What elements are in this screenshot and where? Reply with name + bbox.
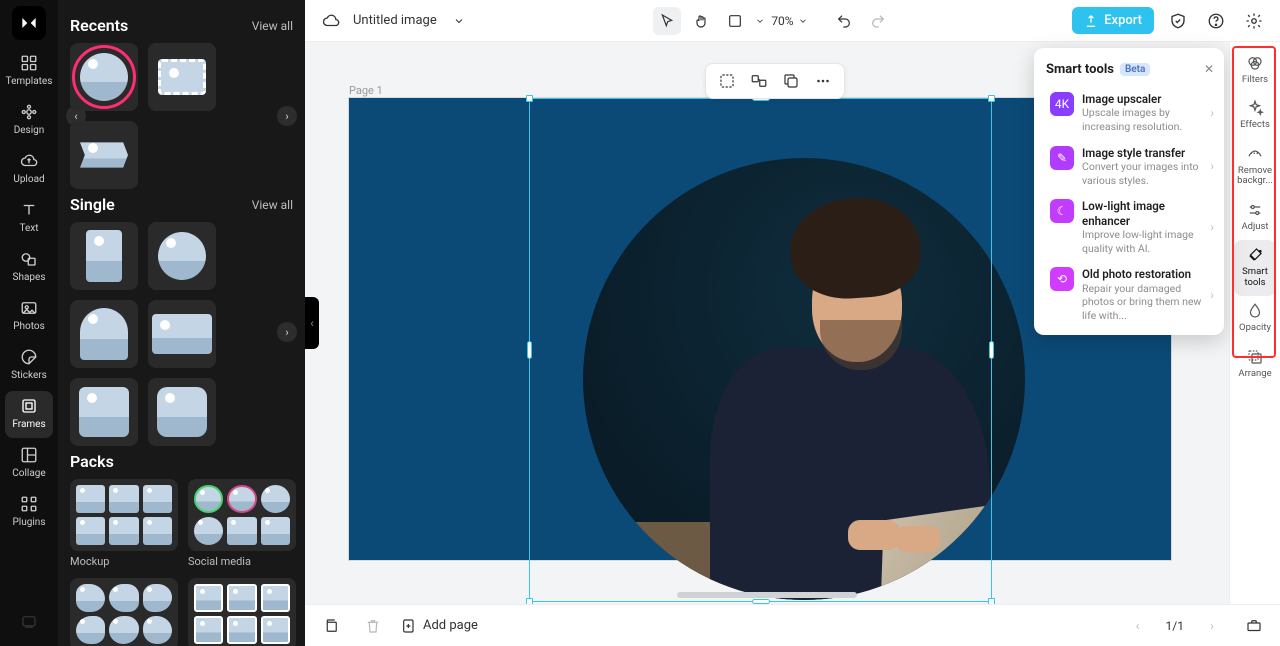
- resize-handle[interactable]: [527, 341, 532, 359]
- frame-thumb[interactable]: [70, 121, 138, 189]
- bottom-toolbar: Add page ‹ 1/1 ›: [305, 604, 1280, 646]
- chevron-right-icon: ›: [1210, 106, 1214, 120]
- frame-thumb[interactable]: [148, 222, 216, 290]
- prop-filters[interactable]: Filters: [1234, 48, 1276, 93]
- frame-thumb[interactable]: [70, 378, 138, 446]
- file-menu-chevron[interactable]: [445, 7, 473, 35]
- prop-remove-bg[interactable]: Remove backgr...: [1234, 139, 1276, 195]
- section-single-header: Single View all: [70, 195, 293, 214]
- property-rail: Filters Effects Remove backgr... Adjust …: [1229, 42, 1280, 604]
- help-icon[interactable]: [1202, 7, 1230, 35]
- frame-thumb[interactable]: [148, 43, 216, 111]
- page-indicator: 1/1: [1166, 619, 1184, 633]
- app-logo[interactable]: [12, 6, 46, 40]
- resize-menu[interactable]: [721, 7, 749, 35]
- context-toolbar: [705, 63, 845, 99]
- lowlight-icon: ☾: [1050, 199, 1074, 223]
- nav-design[interactable]: Design: [5, 97, 53, 144]
- layers-icon[interactable]: [317, 612, 345, 640]
- prop-opacity[interactable]: Opacity: [1234, 296, 1276, 341]
- chevron-right-icon: ›: [1210, 159, 1214, 173]
- presentation-icon[interactable]: [1240, 612, 1268, 640]
- section-title: Packs: [70, 452, 114, 471]
- pack-card[interactable]: Mockup: [70, 479, 178, 568]
- duplicate-icon[interactable]: [782, 72, 800, 90]
- feedback-icon[interactable]: [15, 608, 43, 636]
- top-toolbar: Untitled image 70% Export: [305, 0, 1280, 42]
- smart-tool-restoration[interactable]: ⟲ Old photo restorationRepair your damag…: [1046, 261, 1218, 328]
- assets-panel: Recents View all ‹ › Single View all › P…: [58, 0, 305, 646]
- nav-text[interactable]: Text: [5, 195, 53, 242]
- prop-smart-tools[interactable]: Smart tools: [1234, 240, 1276, 296]
- chevron-right-icon: ›: [1210, 220, 1214, 234]
- smart-tools-panel: Smart tools Beta ✕ 4K Image upscalerUpsc…: [1034, 48, 1224, 335]
- chevron-down-icon[interactable]: [755, 16, 765, 26]
- carousel-next[interactable]: ›: [277, 106, 297, 126]
- zoom-level[interactable]: 70%: [771, 14, 807, 28]
- section-title: Single: [70, 195, 115, 214]
- beta-badge: Beta: [1120, 63, 1150, 76]
- smart-tool-style-transfer[interactable]: ✎ Image style transferConvert your image…: [1046, 140, 1218, 194]
- undo-button[interactable]: [830, 7, 858, 35]
- frame-thumb[interactable]: [70, 43, 138, 111]
- upscaler-icon: 4K: [1050, 92, 1074, 116]
- view-all-link[interactable]: View all: [252, 198, 293, 212]
- prop-adjust[interactable]: Adjust: [1234, 195, 1276, 240]
- chevron-right-icon: ›: [1210, 288, 1214, 302]
- smart-tool-upscaler[interactable]: 4K Image upscalerUpscale images by incre…: [1046, 86, 1218, 140]
- nav-plugins[interactable]: Plugins: [5, 489, 53, 536]
- crop-icon[interactable]: [718, 72, 736, 90]
- cloud-sync-icon[interactable]: [317, 7, 345, 35]
- restoration-icon: ⟲: [1050, 267, 1074, 291]
- nav-frames[interactable]: Frames: [5, 391, 53, 438]
- export-button[interactable]: Export: [1072, 7, 1154, 34]
- settings-icon[interactable]: [1240, 7, 1268, 35]
- next-page[interactable]: ›: [1198, 612, 1226, 640]
- prop-arrange[interactable]: Arrange: [1234, 342, 1276, 387]
- close-button[interactable]: ✕: [1200, 60, 1218, 78]
- nav-shapes[interactable]: Shapes: [5, 244, 53, 291]
- frame-thumb[interactable]: [70, 300, 138, 368]
- collapse-panel-handle[interactable]: ‹: [305, 297, 319, 349]
- nav-stickers[interactable]: Stickers: [5, 342, 53, 389]
- replace-image-icon[interactable]: [750, 72, 768, 90]
- prev-page[interactable]: ‹: [1124, 612, 1152, 640]
- horizontal-scrollbar[interactable]: [677, 592, 857, 598]
- resize-handle[interactable]: [526, 95, 533, 102]
- nav-upload[interactable]: Upload: [5, 146, 53, 193]
- popover-title: Smart tools: [1046, 62, 1114, 77]
- selection-bounds[interactable]: ⟳: [529, 98, 992, 602]
- add-page-button[interactable]: Add page: [401, 618, 478, 634]
- prop-effects[interactable]: Effects: [1234, 93, 1276, 138]
- frame-thumb[interactable]: [148, 300, 216, 368]
- resize-handle[interactable]: [989, 341, 994, 359]
- frame-thumb[interactable]: [70, 222, 138, 290]
- section-packs-header: Packs: [70, 452, 293, 471]
- nav-templates[interactable]: Templates: [5, 48, 53, 95]
- nav-photos[interactable]: Photos: [5, 293, 53, 340]
- style-transfer-icon: ✎: [1050, 146, 1074, 170]
- delete-icon[interactable]: [359, 612, 387, 640]
- pack-card[interactable]: Polaroids and photo frames: [188, 578, 296, 646]
- pack-card[interactable]: Social media: [188, 479, 296, 568]
- safety-icon[interactable]: [1164, 7, 1192, 35]
- view-all-link[interactable]: View all: [252, 19, 293, 33]
- section-recents-header: Recents View all: [70, 16, 293, 35]
- pack-card[interactable]: Irregular shape: [70, 578, 178, 646]
- resize-handle[interactable]: [988, 95, 995, 102]
- page-label: Page 1: [349, 84, 383, 97]
- hand-tool[interactable]: [687, 7, 715, 35]
- left-nav-rail: Templates Design Upload Text Shapes Phot…: [0, 0, 58, 646]
- file-name[interactable]: Untitled image: [353, 13, 437, 28]
- nav-collage[interactable]: Collage: [5, 440, 53, 487]
- carousel-next[interactable]: ›: [277, 322, 297, 342]
- redo-button[interactable]: [864, 7, 892, 35]
- more-icon[interactable]: [814, 72, 832, 90]
- smart-tool-lowlight[interactable]: ☾ Low-light image enhancerImprove low-li…: [1046, 193, 1218, 261]
- section-title: Recents: [70, 16, 128, 35]
- select-tool[interactable]: [653, 7, 681, 35]
- frame-thumb[interactable]: [148, 378, 216, 446]
